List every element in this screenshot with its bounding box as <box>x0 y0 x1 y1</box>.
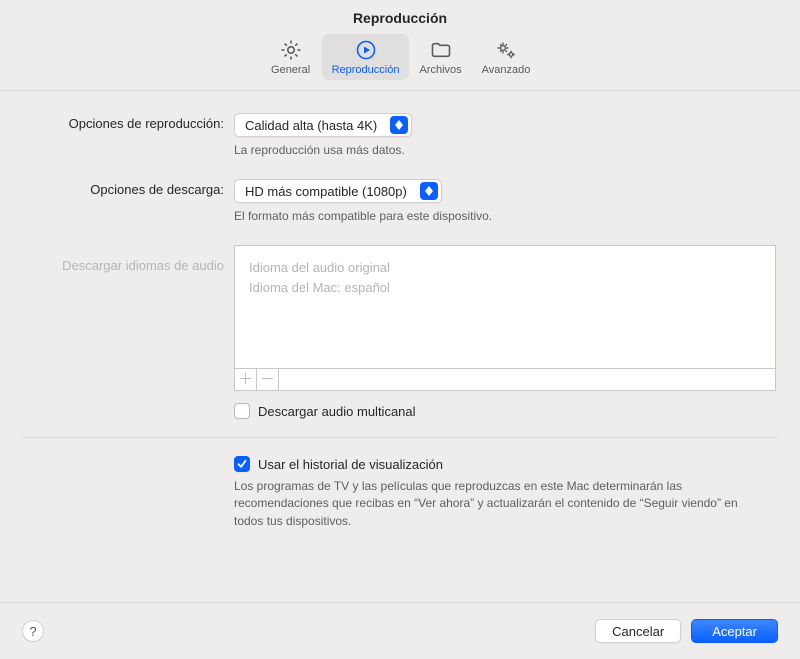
download-hint: El formato más compatible para este disp… <box>234 209 778 223</box>
gear-icon <box>279 38 303 62</box>
select-value: HD más compatible (1080p) <box>235 184 417 199</box>
divider <box>22 437 778 438</box>
tab-general[interactable]: General <box>260 34 322 80</box>
remove-language-button[interactable]: － <box>257 369 279 390</box>
tab-playback[interactable]: Reproducción <box>322 34 410 80</box>
chevron-updown-icon <box>420 182 438 200</box>
list-item: Idioma del Mac: español <box>249 278 761 298</box>
minus-icon: － <box>260 372 275 387</box>
accept-button[interactable]: Aceptar <box>691 619 778 643</box>
add-language-button[interactable]: ＋ <box>235 369 257 390</box>
multichannel-label: Descargar audio multicanal <box>258 404 416 419</box>
cancel-button[interactable]: Cancelar <box>595 619 681 643</box>
window-title: Reproducción <box>0 0 800 32</box>
playback-hint: La reproducción usa más datos. <box>234 143 778 157</box>
question-mark-icon: ? <box>29 624 36 639</box>
use-history-description: Los programas de TV y las películas que … <box>234 478 754 530</box>
preference-tabs: General Reproducción Archivos Avanz <box>0 32 800 91</box>
tab-advanced[interactable]: Avanzado <box>472 34 541 80</box>
tab-label: General <box>271 64 310 76</box>
help-button[interactable]: ? <box>22 620 44 642</box>
tab-files[interactable]: Archivos <box>409 34 471 80</box>
tab-label: Reproducción <box>332 64 400 76</box>
list-item: Idioma del audio original <box>249 258 761 278</box>
use-history-label: Usar el historial de visualización <box>258 457 443 472</box>
play-circle-icon <box>354 38 378 62</box>
listbox-content: Idioma del audio original Idioma del Mac… <box>235 246 775 368</box>
download-quality-select[interactable]: HD más compatible (1080p) <box>234 179 442 203</box>
audio-languages-label: Descargar idiomas de audio <box>22 245 234 275</box>
tab-label: Avanzado <box>482 64 531 76</box>
folder-icon <box>429 38 453 62</box>
download-options-label: Opciones de descarga: <box>22 179 234 197</box>
use-history-checkbox[interactable] <box>234 456 250 472</box>
tab-label: Archivos <box>419 64 461 76</box>
select-value: Calidad alta (hasta 4K) <box>235 118 387 133</box>
playback-options-label: Opciones de reproducción: <box>22 113 234 131</box>
plus-icon: ＋ <box>238 372 253 387</box>
playback-quality-select[interactable]: Calidad alta (hasta 4K) <box>234 113 412 137</box>
chevron-updown-icon <box>390 116 408 134</box>
audio-languages-list[interactable]: Idioma del audio original Idioma del Mac… <box>234 245 776 391</box>
gears-icon <box>494 38 518 62</box>
multichannel-checkbox[interactable] <box>234 403 250 419</box>
